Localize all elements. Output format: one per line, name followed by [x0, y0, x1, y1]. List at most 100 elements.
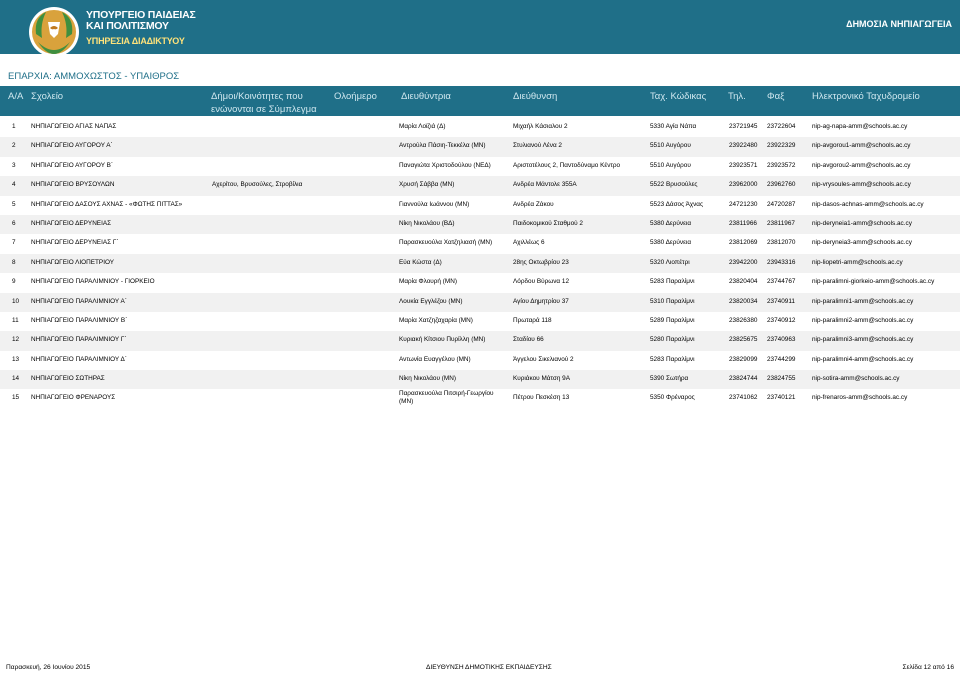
- cell-phone: 23721945: [729, 123, 758, 130]
- cell-school: ΝΗΠΙΑΓΩΓΕΙΟ ΑΥΓΟΡΟΥ Α΄: [31, 142, 113, 150]
- cell-aa: 5: [12, 200, 16, 208]
- cell-postcode: 5283 Παραλίμνι: [650, 355, 695, 363]
- cell-school: ΝΗΠΙΑΓΩΓΕΙΟ ΠΑΡΑΛΙΜΝΙΟΥ Β΄: [31, 316, 128, 324]
- cell-director: Αντρούλα Πάσιη-Τεκκέλα (ΜΝ): [399, 142, 486, 150]
- cell-aa: 12: [12, 336, 20, 344]
- cell-postcode: 5280 Παραλίμνι: [650, 336, 695, 344]
- cell-email[interactable]: nip-paralimni3-amm@schools.ac.cy: [812, 336, 913, 344]
- cell-address: Πρωταρά 118: [513, 316, 552, 324]
- cell-email[interactable]: nip-paralimni4-amm@schools.ac.cy: [812, 356, 913, 364]
- cell-director: Παρασκευούλα Χατζηλιασή (ΜΝ): [399, 239, 493, 247]
- cell-aa: 9: [12, 278, 16, 286]
- table-row: 11 ΝΗΠΙΑΓΩΓΕΙΟ ΠΑΡΑΛΙΜΝΙΟΥ Β΄ Μαρία Χατζ…: [0, 312, 960, 331]
- cell-address: Μιχαήλ Κάσιαλου 2: [513, 123, 568, 130]
- cell-postcode: 5510 Αυγόρου: [650, 142, 691, 150]
- cell-email[interactable]: nip-dasos-achnas-amm@schools.ac.cy: [812, 201, 924, 209]
- table-row: 3 ΝΗΠΙΑΓΩΓΕΙΟ ΑΥΓΟΡΟΥ Β΄ Παναγιώτα Χριστ…: [0, 157, 960, 176]
- cell-director: Λουκία Εγγλέζου (ΜΝ): [399, 297, 463, 305]
- cell-address: Αχιλλέως 6: [513, 239, 545, 247]
- cell-school: ΝΗΠΙΑΓΩΓΕΙΟ ΠΑΡΑΛΙΜΝΙΟΥ Γ΄: [31, 336, 127, 344]
- cell-aa: 10: [12, 297, 20, 305]
- table-row: 7 ΝΗΠΙΑΓΩΓΕΙΟ ΔΕΡΥΝΕΙΑΣ Γ΄ Παρασκευούλα …: [0, 234, 960, 253]
- cell-director: Νίκη Νικολάου (ΜΝ): [399, 375, 456, 383]
- cell-address: Πέτρου Πεσκέση 13: [513, 394, 570, 402]
- cell-email[interactable]: nip-frenaros-amm@schools.ac.cy: [812, 394, 907, 402]
- table-row: 2 ΝΗΠΙΑΓΩΓΕΙΟ ΑΥΓΟΡΟΥ Α΄ Αντρούλα Πάσιη-…: [0, 137, 960, 157]
- cell-address: Παιδοκομικού Σταθμού 2: [513, 219, 583, 227]
- cell-phone: 23942200: [729, 258, 758, 266]
- col-postcode: Ταχ. Κώδικας: [650, 91, 707, 102]
- table-header: Α/Α Σχολείο Δήμοι/Κοινότητες που ενώνοντ…: [0, 86, 960, 116]
- cell-address: Στυλιανού Λένα 2: [513, 142, 562, 150]
- cell-director: Εύα Κώστα (Δ): [399, 258, 442, 266]
- cell-school: ΝΗΠΙΑΓΩΓΕΙΟ ΑΓΙΑΣ ΝΑΠΑΣ: [31, 123, 117, 130]
- cell-phone: 23923571: [729, 161, 758, 169]
- cell-email[interactable]: nip-paralimni1-amm@schools.ac.cy: [812, 298, 913, 306]
- cell-communities: Αχερίτου, Βρυσούλες, Στροβίλια: [212, 181, 303, 189]
- footer-page-number: Σελίδα 12 από 16: [902, 664, 954, 671]
- table-row: 15 ΝΗΠΙΑΓΩΓΕΙΟ ΦΡΕΝΑΡΟΥΣ Παρασκευούλα Πι…: [0, 389, 960, 413]
- table-row: 5 ΝΗΠΙΑΓΩΓΕΙΟ ΔΑΣΟΥΣ ΑΧΝΑΣ - «ΦΩΤΗΣ ΠΙΤΤ…: [0, 196, 960, 215]
- cell-aa: 4: [12, 181, 16, 189]
- cell-address: Αριστοτέλους 2, Παντοδύναμο Κέντρο: [513, 161, 621, 169]
- cell-fax: 23962760: [767, 181, 796, 189]
- cell-fax: 23740963: [767, 336, 796, 344]
- cell-school: ΝΗΠΙΑΓΩΓΕΙΟ ΔΕΡΥΝΕΙΑΣ Γ΄: [31, 239, 119, 247]
- table-row: 1 ΝΗΠΙΑΓΩΓΕΙΟ ΑΓΙΑΣ ΝΑΠΑΣ Μαρία Λοϊζιά (…: [0, 118, 960, 137]
- cell-director: Κυριακή Κίτσιου Πυρίλλη (ΜΝ): [399, 336, 486, 344]
- cell-email[interactable]: nip-deryneia1-amm@schools.ac.cy: [812, 220, 912, 228]
- cell-aa: 14: [12, 375, 20, 383]
- cell-aa: 11: [12, 316, 19, 324]
- cell-phone: 23812069: [729, 239, 758, 247]
- table-row: 9 ΝΗΠΙΑΓΩΓΕΙΟ ΠΑΡΑΛΙΜΝΙΟΥ - ΓΙΟΡΚΕΙΟ Μαρ…: [0, 273, 960, 292]
- ministry-name: ΥΠΟΥΡΓΕΙΟ ΠΑΙΔΕΙΑΣ ΚΑΙ ΠΟΛΙΤΙΣΜΟΥ ΥΠΗΡΕΣ…: [86, 10, 196, 47]
- cell-postcode: 5523 Δάσος Άχνας: [650, 200, 704, 208]
- cell-phone: 23829099: [729, 355, 758, 363]
- cell-phone: 23820034: [729, 297, 758, 305]
- cell-phone: 23824744: [729, 375, 758, 383]
- cell-email[interactable]: nip-sotira-amm@schools.ac.cy: [812, 375, 899, 383]
- district-heading: ΕΠΑΡΧΙΑ: ΑΜΜΟΧΩΣΤΟΣ - ΥΠΑΙΘΡΟΣ: [8, 71, 180, 82]
- cell-school: ΝΗΠΙΑΓΩΓΕΙΟ ΦΡΕΝΑΡΟΥΣ: [31, 394, 116, 402]
- cell-email[interactable]: nip-avgorou2-amm@schools.ac.cy: [812, 162, 910, 170]
- cell-address: Ανδρέα Ζάκου: [513, 200, 554, 208]
- cyprus-emblem-icon: [29, 7, 79, 57]
- cell-director: Μαρία Χατζηζαχαρία (ΜΝ): [399, 316, 473, 324]
- cell-postcode: 5283 Παραλίμνι: [650, 278, 695, 286]
- cell-aa: 6: [12, 219, 16, 227]
- cell-email[interactable]: nip-avgorou1-amm@schools.ac.cy: [812, 142, 910, 150]
- cell-address: 28ης Οκτωβρίου 23: [513, 258, 569, 266]
- cell-director: Νίκη Νικολάου (ΒΔ): [399, 219, 455, 227]
- table-row: 8 ΝΗΠΙΑΓΩΓΕΙΟ ΛΙΟΠΕΤΡΙΟΥ Εύα Κώστα (Δ) 2…: [0, 253, 960, 274]
- table-row: 4 ΝΗΠΙΑΓΩΓΕΙΟ ΒΡΥΣΟΥΛΩΝ Αχερίτου, Βρυσού…: [0, 176, 960, 196]
- cell-email[interactable]: nip-deryneia3-amm@schools.ac.cy: [812, 239, 912, 247]
- col-email: Ηλεκτρονικό Ταχυδρομείο: [812, 91, 920, 102]
- cell-director: Γιαννούλα Ιωάννου (ΜΝ): [399, 200, 470, 208]
- cell-email[interactable]: nip-ag-napa-amm@schools.ac.cy: [812, 123, 907, 131]
- cell-fax: 23740912: [767, 316, 796, 324]
- cell-postcode: 5330 Αγία Νάπα: [650, 123, 697, 130]
- cell-fax: 23740121: [767, 394, 796, 402]
- cell-email[interactable]: nip-paralimni-giorkeio-amm@schools.ac.cy: [812, 278, 934, 286]
- cell-school: ΝΗΠΙΑΓΩΓΕΙΟ ΛΙΟΠΕΤΡΙΟΥ: [31, 258, 114, 266]
- cell-fax: 24720287: [767, 200, 796, 208]
- cell-fax: 23824755: [767, 375, 796, 383]
- cell-phone: 23820404: [729, 278, 758, 286]
- cell-fax: 23922329: [767, 142, 796, 150]
- cell-phone: 23826380: [729, 316, 758, 324]
- cell-fax: 23812070: [767, 239, 796, 247]
- cell-aa: 15: [12, 394, 20, 402]
- cell-fax: 23740911: [767, 297, 795, 305]
- cell-email[interactable]: nip-liopetri-amm@schools.ac.cy: [812, 259, 903, 267]
- cell-aa: 2: [12, 142, 16, 150]
- cell-email[interactable]: nip-paralimni2-amm@schools.ac.cy: [812, 317, 913, 325]
- table-row: 6 ΝΗΠΙΑΓΩΓΕΙΟ ΔΕΡΥΝΕΙΑΣ Νίκη Νικολάου (Β…: [0, 214, 960, 235]
- cell-postcode: 5380 Δερύνεια: [650, 239, 692, 247]
- cell-postcode: 5310 Παραλίμνι: [650, 297, 695, 305]
- table-row: 10 ΝΗΠΙΑΓΩΓΕΙΟ ΠΑΡΑΛΙΜΝΙΟΥ Α΄ Λουκία Εγγ…: [0, 292, 960, 312]
- col-address: Διεύθυνση: [513, 91, 558, 102]
- cell-postcode: 5380 Δερύνεια: [650, 219, 692, 227]
- cell-email[interactable]: nip-vrysoules-amm@schools.ac.cy: [812, 181, 911, 189]
- cell-school: ΝΗΠΙΑΓΩΓΕΙΟ ΔΑΣΟΥΣ ΑΧΝΑΣ - «ΦΩΤΗΣ ΠΙΤΤΑΣ…: [31, 200, 183, 208]
- cell-address: Άγγελου Σικελιανού 2: [513, 355, 574, 363]
